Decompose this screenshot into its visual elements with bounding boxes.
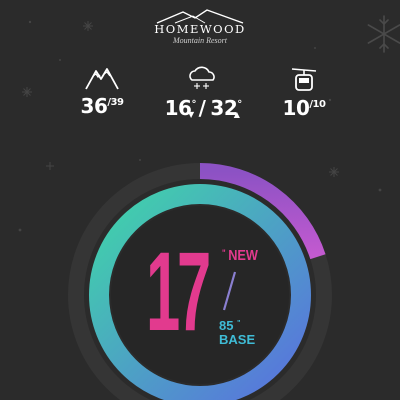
base-depth-label: BASE (219, 332, 256, 347)
base-depth: 85 " (219, 318, 240, 333)
new-snow-text: NEW (228, 247, 258, 264)
base-depth-value: 85 (219, 318, 234, 333)
divider-slash (222, 271, 237, 311)
new-snow-value: 17 (146, 229, 211, 354)
new-snow-label: " NEW (222, 247, 258, 264)
new-snow-unit: " (222, 248, 227, 258)
base-depth-unit: " (237, 320, 241, 327)
